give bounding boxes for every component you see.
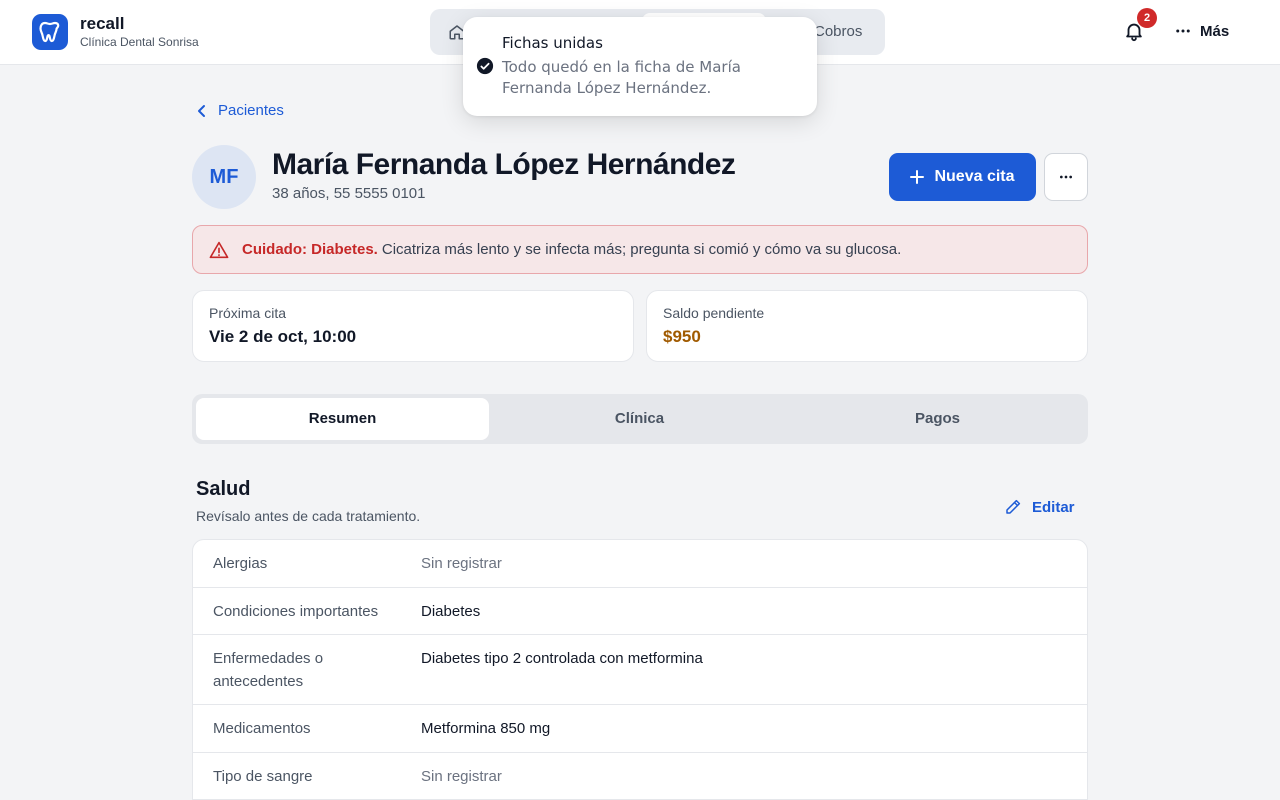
section-title: Salud (196, 478, 251, 500)
patient-avatar: MF (192, 145, 256, 209)
back-to-patients-link[interactable]: Pacientes (196, 102, 284, 119)
next-appointment-label: Próxima cita (209, 305, 287, 321)
pencil-icon (1006, 499, 1021, 514)
new-appointment-label: Nueva cita (934, 168, 1015, 185)
table-row: Medicamentos Metformina 850 mg (193, 705, 1087, 753)
next-appointment-value: Vie 2 de oct, 10:00 (209, 327, 357, 346)
row-key: Enfermedades o antecedentes (213, 650, 324, 690)
edit-label: Editar (1032, 498, 1075, 516)
new-appointment-button[interactable]: Nueva cita (889, 153, 1036, 201)
balance-card[interactable]: Saldo pendiente $950 (646, 290, 1088, 362)
plus-icon (910, 170, 925, 184)
clinic-name: Clínica Dental Sonrisa (80, 35, 199, 49)
more-dots-icon (1176, 29, 1190, 33)
row-value: Diabetes tipo 2 controlada con metformin… (421, 650, 703, 667)
patient-meta: 38 años, 55 5555 0101 (272, 185, 426, 202)
patient-name: María Fernanda López Hernández (272, 148, 736, 181)
tab-pagos[interactable]: Pagos (791, 398, 1084, 440)
row-value: Metformina 850 mg (421, 720, 551, 737)
balance-value: $950 (663, 327, 701, 346)
row-key: Alergias (213, 555, 268, 572)
row-key: Tipo de sangre (213, 768, 313, 785)
next-appointment-card[interactable]: Próxima cita Vie 2 de oct, 10:00 (192, 290, 634, 362)
toast-message: Todo quedó en la ficha de María Fernanda… (502, 58, 741, 97)
tab-clinica[interactable]: Clínica (493, 398, 786, 440)
nav-item-cobros[interactable]: Cobros (814, 23, 862, 40)
warning-triangle-icon (209, 241, 229, 258)
table-row: Alergias Sin registrar (193, 540, 1087, 588)
patient-tabs: Resumen Clínica Pagos (192, 394, 1088, 444)
row-value: Sin registrar (421, 555, 502, 572)
brand-name: recall (80, 14, 125, 33)
row-value: Sin registrar (421, 768, 502, 785)
row-key: Condiciones importantes (213, 603, 379, 620)
medical-alert-banner: Cuidado: Diabetes. Cicatriza más lento y… (192, 225, 1088, 274)
brand[interactable]: recall Clínica Dental Sonrisa (32, 14, 199, 50)
row-value: Diabetes (421, 603, 481, 620)
section-subtitle: Revísalo antes de cada tratamiento. (196, 508, 421, 524)
notification-badge: 2 (1137, 8, 1157, 28)
row-key: Medicamentos (213, 720, 311, 737)
tooth-logo-icon (32, 14, 68, 50)
more-label: Más (1200, 22, 1230, 40)
alert-title: Cuidado: Diabetes. (242, 241, 378, 258)
more-horizontal-icon (1060, 175, 1072, 179)
more-menu-button[interactable]: Más (1174, 22, 1229, 40)
alert-text: Cicatriza más lento y se infecta más; pr… (381, 241, 902, 258)
tab-resumen[interactable]: Resumen (196, 398, 489, 440)
success-toast: Fichas unidas Todo quedó en la ficha de … (463, 17, 817, 116)
balance-label: Saldo pendiente (663, 305, 765, 321)
table-row: Condiciones importantes Diabetes (193, 588, 1087, 635)
check-circle-icon (476, 57, 494, 75)
table-row: Enfermedades o antecedentes Diabetes tip… (193, 635, 1087, 705)
toast-title: Fichas unidas (502, 34, 603, 52)
edit-health-button[interactable]: Editar (1004, 498, 1075, 516)
back-label: Pacientes (218, 102, 284, 119)
chevron-left-icon (198, 104, 205, 117)
table-row: Tipo de sangre Sin registrar (193, 753, 1087, 800)
patient-options-button[interactable] (1044, 153, 1088, 201)
health-table: Alergias Sin registrar Condiciones impor… (192, 539, 1088, 800)
